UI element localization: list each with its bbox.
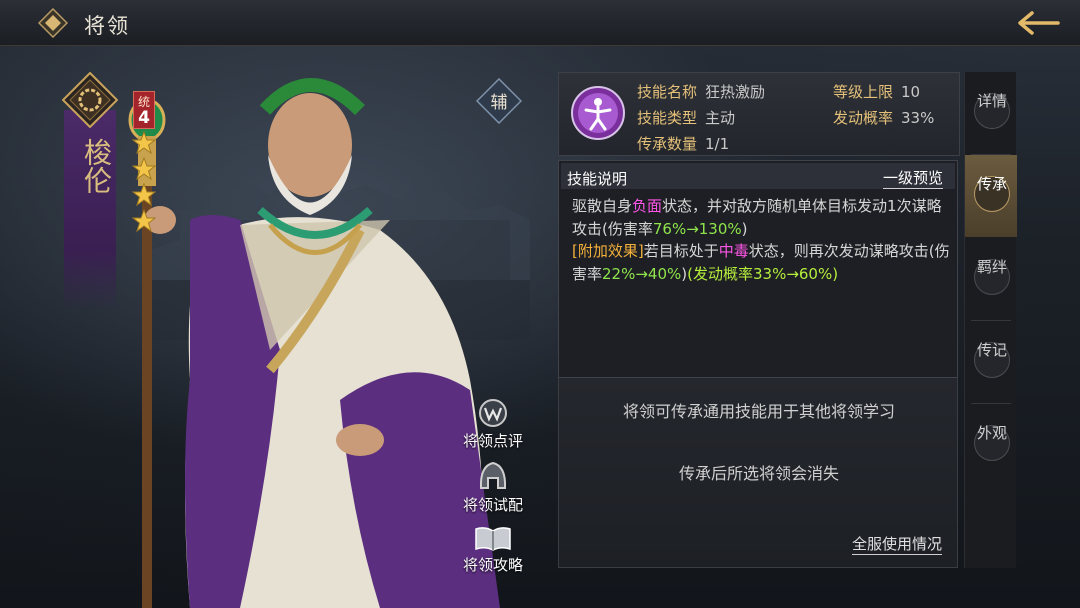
skill-description-panel: 技能说明 一级预览 驱散自身负面状态，并对敌方随机单体目标发动1次谋略攻击(伤害… [558,160,958,378]
skill-level-row: 等级上限 10 [833,81,920,102]
back-arrow-icon[interactable] [1008,6,1068,40]
tab-details[interactable]: 详情 [965,72,1017,154]
star-icon [132,131,156,155]
skill-type-value: 主动 [705,109,736,127]
tab-label: 详情 [976,92,1007,110]
aux-role-label: 辅 [490,93,508,113]
server-usage-link[interactable]: 全服使用情况 [852,533,943,555]
desc-seg: ) [741,219,748,238]
skill-prob-value: 33% [901,109,935,127]
helmet-icon [479,461,507,489]
description-text: 驱散自身负面状态，并对敌方随机单体目标发动1次谋略攻击(伤害率76%→130%)… [572,195,954,285]
tab-inherit[interactable]: 传承 [965,155,1017,237]
top-bar: 将领 [0,0,1080,46]
tab-label: 传记 [976,341,1007,359]
tab-appearance[interactable]: 外观 [965,404,1017,486]
description-header: 技能说明 一级预览 [561,163,955,189]
command-value: 4 [138,108,150,128]
level-one-preview-link[interactable]: 一级预览 [883,167,944,189]
tab-label: 外观 [976,424,1007,442]
skill-name-value: 狂热激励 [705,83,766,101]
review-icon [479,399,507,427]
skill-prob-row: 发动概率 33% [833,107,934,128]
game-screen: { "page_title": "将领", "hero": { "name": … [0,0,1080,608]
hero-review-label: 将领点评 [462,432,523,450]
hero-trial-button[interactable]: 将领试配 [456,460,530,515]
diamond-emblem-icon [38,8,68,38]
skill-name-key: 技能名称 [637,83,698,101]
skill-prob-key: 发动概率 [833,109,894,127]
hero-guide-button[interactable]: 将领攻略 [456,524,530,575]
skill-type-key: 技能类型 [637,109,698,127]
inherit-warning-line: 传承后所选将领会消失 [678,464,839,483]
star-icon [132,183,156,207]
hero-trial-label: 将领试配 [462,496,523,514]
desc-seg: 若目标处于 [643,242,719,260]
extra-effect-tag: [附加效果] [572,242,644,260]
desc-seg: 驱散自身 [572,197,633,215]
star-icon [132,209,156,233]
negative-keyword: 负面 [632,197,663,215]
skill-header-panel: 技能名称 狂热激励 技能类型 主动 传承数量 1/1 等级上限 10 发动概率 33% [558,72,960,156]
tab-label: 羁绊 [976,258,1007,276]
hero-name: 梭伦 [80,138,113,194]
skill-level-key: 等级上限 [833,83,894,101]
laurel-badge-icon [62,72,118,128]
inherit-info-panel: 将领可传承通用技能用于其他将领学习 传承后所选将领会消失 全服使用情况 [558,378,958,568]
skill-type-row: 技能类型 主动 [637,107,735,128]
hero-guide-label: 将领攻略 [462,556,523,574]
skill-count-value: 1/1 [705,135,730,153]
hero-review-button[interactable]: 将领点评 [456,398,530,451]
page-title: 将领 [84,14,130,38]
damage-rate-value: 76%→130% [652,219,742,238]
skill-level-value: 10 [901,83,921,101]
skill-name-row: 技能名称 狂热激励 [637,81,765,102]
tab-bonds[interactable]: 羁绊 [965,238,1017,320]
star-icon [132,157,156,181]
skill-icon [571,86,625,140]
extra-damage-rate-value: 22%→40% [602,264,682,283]
description-title: 技能说明 [567,170,628,188]
book-icon [475,527,511,551]
extra-prob-value: (发动概率33%→60%) [687,264,839,283]
side-tab-bar: 详情 传承 羁绊 传记 外观 [964,72,1017,568]
skill-count-row: 传承数量 1/1 [637,133,729,154]
command-badge: 统 4 [133,91,155,129]
poison-keyword: 中毒 [718,242,749,260]
tab-biography[interactable]: 传记 [965,321,1017,403]
tab-label: 传承 [976,175,1007,193]
skill-count-key: 传承数量 [637,135,698,153]
inherit-info-line: 将领可传承通用技能用于其他将领学习 [622,402,895,421]
